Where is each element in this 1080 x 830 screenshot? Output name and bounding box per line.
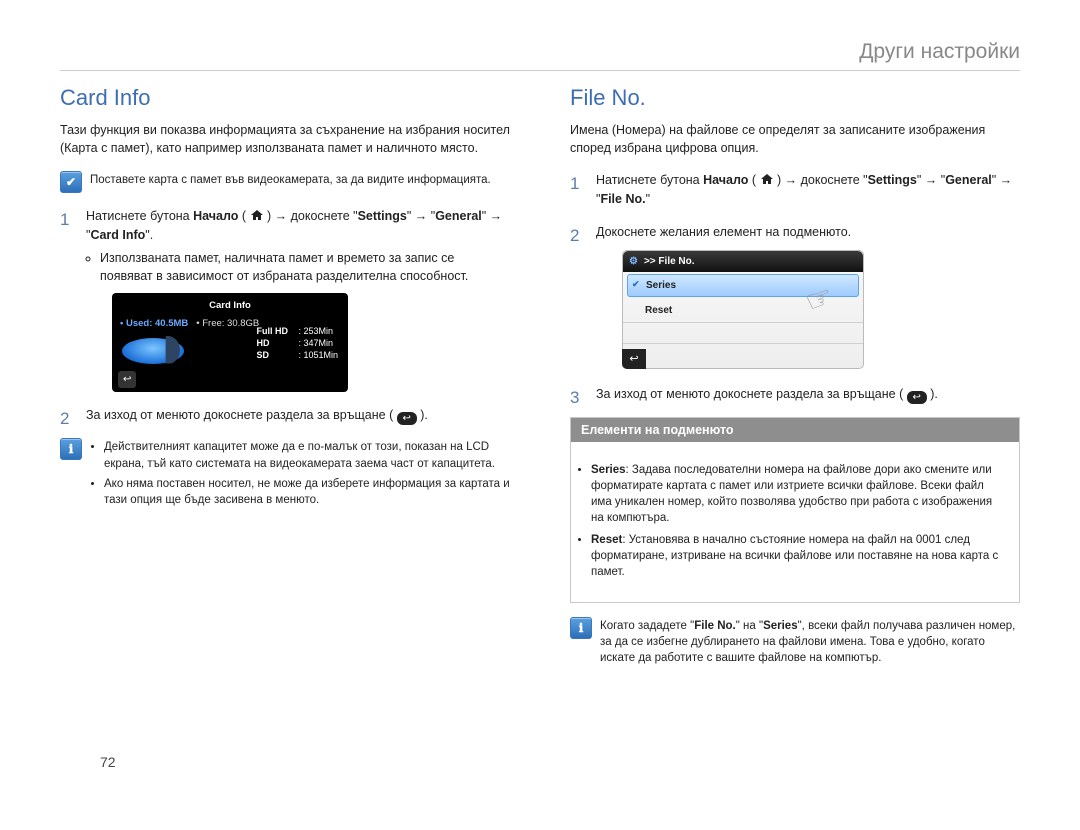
disc-chart-icon [122, 338, 184, 364]
right-column: File No. Имена (Номера) на файлове се оп… [570, 85, 1020, 680]
back-icon: ↩ [622, 349, 646, 369]
right-step-1: Натиснете бутона Начало ( ) → докоснете … [570, 171, 1020, 209]
file-no-tip: Когато зададете "File No." на "Series", … [600, 617, 1020, 666]
left-step1-bullet: Използваната памет, наличната памет и вр… [100, 249, 510, 285]
back-icon: ↩ [118, 371, 136, 388]
left-note-1: Действителният капацитет може да е по-ма… [104, 439, 510, 472]
file-no-screenshot: ⚙>> File No. Series Reset ☞ ↩ [622, 250, 864, 369]
left-column: Card Info Тази функция ви показва информ… [60, 85, 510, 680]
submenu-series: Series: Задава последователни номера на … [591, 462, 1005, 526]
gear-icon: ⚙ [629, 254, 638, 269]
card-info-screenshot: Card Info • Used: 40.5MB• Free: 30.8GB F… [112, 293, 348, 392]
info-icon: ℹ [60, 438, 82, 460]
back-icon: ↩ [907, 391, 927, 404]
submenu-reset: Reset: Установява в начално състояние но… [591, 532, 1005, 580]
left-step-2: За изход от менюто докоснете раздела за … [60, 406, 510, 425]
page-header: Други настройки [60, 40, 1020, 71]
submenu-title: Елементи на подменюто [571, 418, 1019, 442]
insert-card-note: Поставете карта с памет във видеокамерат… [90, 171, 491, 188]
check-icon: ✔ [60, 171, 82, 193]
menu-item-series: Series [627, 274, 859, 297]
left-note-2: Ако няма поставен носител, не може да из… [104, 476, 510, 509]
file-no-intro: Имена (Номера) на файлове се определят з… [570, 121, 1020, 157]
info-icon: ℹ [570, 617, 592, 639]
home-icon [250, 208, 264, 220]
submenu-box: Елементи на подменюто Series: Задава пос… [570, 417, 1020, 603]
card-info-intro: Тази функция ви показва информацията за … [60, 121, 510, 157]
file-no-title: File No. [570, 85, 1020, 111]
left-step-1: Натиснете бутона Начало ( ) → докоснете … [60, 207, 510, 391]
back-icon: ↩ [397, 412, 417, 425]
card-info-title: Card Info [60, 85, 510, 111]
menu-item-reset: Reset [623, 299, 863, 323]
right-step-3: За изход от менюто докоснете раздела за … [570, 385, 1020, 404]
home-icon [760, 172, 774, 184]
page-number: 72 [100, 754, 116, 770]
right-step-2: Докоснете желания елемент на подменюто. … [570, 223, 1020, 369]
